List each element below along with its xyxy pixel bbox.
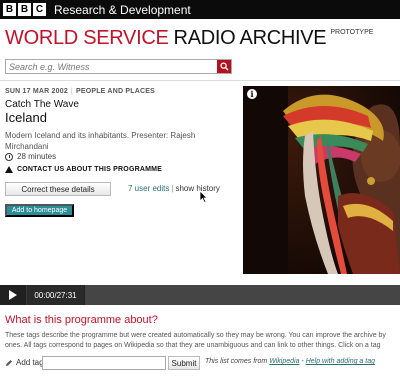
- add-tag-input[interactable]: [42, 356, 166, 370]
- prototype-badge: PROTOTYPE: [330, 29, 374, 36]
- wikipedia-link[interactable]: Wikipedia: [269, 358, 299, 365]
- progress-track[interactable]: [84, 285, 400, 305]
- tags-description-line: These tags describe the programme but we…: [5, 332, 386, 339]
- tags-description: These tags describe the programme but we…: [5, 331, 400, 351]
- add-tag-text: Add tag: [16, 358, 44, 367]
- bbc-logo-letter: B: [3, 3, 16, 16]
- programme-duration: 28 minutes: [5, 152, 56, 161]
- site-title-red: WORLD SERVICE: [5, 27, 169, 49]
- help-adding-tag-link[interactable]: Help with adding a tag: [306, 358, 375, 365]
- tags-source-prefix: This list comes from: [205, 358, 268, 365]
- clock-icon: [5, 152, 13, 161]
- bbc-logo[interactable]: B B C: [3, 3, 46, 16]
- programme-title: Iceland: [5, 110, 47, 125]
- programme-photo: [243, 86, 400, 274]
- add-tag-label: Add tag: [5, 358, 44, 367]
- section-title[interactable]: Research & Development: [54, 3, 191, 17]
- site-title-black: RADIO ARCHIVE: [173, 27, 327, 49]
- correct-details-button[interactable]: Correct these details: [5, 182, 111, 196]
- contact-link[interactable]: CONTACT US ABOUT THIS PROGRAMME: [5, 166, 162, 173]
- tags-source-note: This list comes from Wikipedia - Help wi…: [205, 358, 375, 365]
- broadcast-date: SUN 17 MAR 2002: [5, 88, 68, 95]
- play-button[interactable]: [0, 285, 26, 305]
- tags-description-line: ones. All tags correspond to pages on Wi…: [5, 342, 381, 349]
- bbc-top-bar: B B C Research & Development: [0, 0, 400, 19]
- submit-tag-button[interactable]: Submit: [168, 356, 200, 370]
- search-button[interactable]: [217, 60, 231, 73]
- bbc-logo-letter: C: [33, 3, 46, 16]
- add-to-homepage-button[interactable]: Add to homepage: [5, 204, 74, 217]
- info-icon[interactable]: i: [247, 89, 257, 99]
- mouse-pointer-icon: [199, 190, 208, 203]
- programme-image[interactable]: i: [243, 86, 400, 274]
- site-header[interactable]: WORLD SERVICE RADIO ARCHIVE PROTOTYPE: [5, 27, 373, 49]
- search-input[interactable]: [6, 60, 217, 73]
- pencil-icon: [6, 359, 12, 366]
- show-history-link[interactable]: show history: [175, 184, 219, 193]
- programme-description: Modern Iceland and its inhabitants. Pres…: [5, 131, 196, 151]
- playback-time: 00:00/27:31: [27, 285, 84, 305]
- bbc-logo-letter: B: [18, 3, 31, 16]
- user-edits-count: 7 user edits: [128, 184, 170, 193]
- search-box: [5, 59, 232, 74]
- meta-separator: |: [70, 88, 73, 95]
- programme-category[interactable]: PEOPLE AND PLACES: [76, 88, 155, 95]
- series-title[interactable]: Catch The Wave: [5, 99, 79, 110]
- edits-separator: |: [171, 184, 174, 193]
- programme-meta: SUN 17 MAR 2002 | PEOPLE AND PLACES: [5, 88, 155, 95]
- search-icon: [219, 62, 229, 71]
- warning-icon: [5, 166, 13, 173]
- tags-heading: What is this programme about?: [5, 314, 158, 326]
- contact-label: CONTACT US ABOUT THIS PROGRAMME: [17, 166, 163, 173]
- play-icon: [9, 290, 17, 300]
- duration-text: 28 minutes: [17, 152, 57, 161]
- audio-player: 00:00/27:31: [0, 285, 400, 305]
- header-divider: [0, 80, 400, 81]
